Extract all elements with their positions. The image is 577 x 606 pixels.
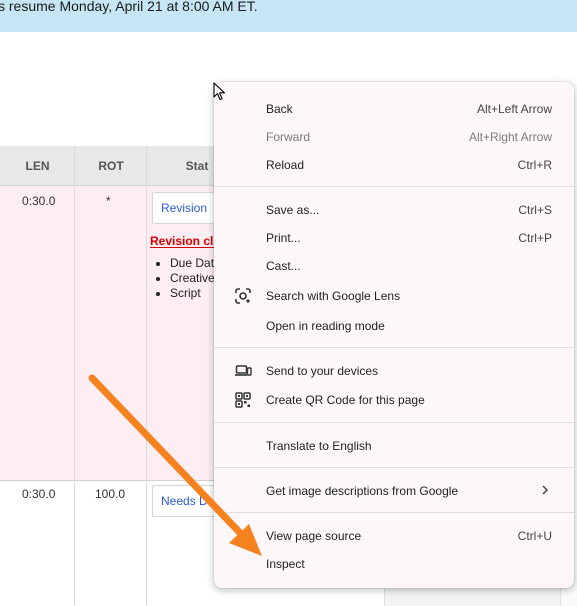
menu-item-label: Print... (266, 231, 301, 245)
column-divider (146, 146, 147, 606)
cell-rot: 100.0 (95, 487, 126, 501)
menu-separator (214, 186, 574, 187)
google-lens-icon (234, 287, 252, 305)
menu-item-shortcut: Ctrl+R (517, 158, 552, 172)
cell-rot: * (106, 194, 111, 208)
menu-item-label: Back (266, 102, 293, 116)
menu-item-label: Forward (266, 130, 311, 144)
menu-item-shortcut: Ctrl+S (518, 203, 552, 217)
devices-icon (234, 362, 252, 380)
menu-item-reload[interactable]: Reload Ctrl+R (214, 151, 574, 179)
context-menu: Back Alt+Left Arrow Forward Alt+Right Ar… (214, 82, 574, 588)
menu-item-view-source[interactable]: View page source Ctrl+U (214, 522, 574, 550)
menu-item-label: Save as... (266, 203, 320, 217)
revision-list: Due Date Creative Script (154, 256, 221, 301)
menu-item-print[interactable]: Print... Ctrl+P (214, 224, 574, 252)
menu-item-image-descriptions[interactable]: Get image descriptions from Google (214, 477, 574, 505)
menu-separator (214, 467, 574, 468)
menu-item-back[interactable]: Back Alt+Left Arrow (214, 95, 574, 123)
menu-item-qr-code[interactable]: Create QR Code for this page (214, 386, 574, 414)
banner-text: s resume Monday, April 21 at 8:00 AM ET. (0, 0, 258, 14)
menu-separator (214, 512, 574, 513)
menu-item-label: View page source (266, 529, 362, 543)
cell-len: 0:30.0 (22, 194, 56, 208)
header-rot[interactable]: ROT (75, 146, 147, 185)
menu-item-label: Create QR Code for this page (266, 393, 425, 407)
menu-separator (214, 347, 574, 348)
header-len[interactable]: LEN (0, 146, 75, 185)
menu-item-label: Reload (266, 158, 305, 172)
menu-item-inspect[interactable]: Inspect (214, 550, 574, 578)
mouse-cursor-icon (213, 82, 227, 107)
cell-len: 0:30.0 (22, 487, 56, 501)
menu-item-label: Send to your devices (266, 364, 379, 378)
table-header: LEN ROT Stat (0, 146, 230, 186)
revision-note: Revision cl (150, 234, 214, 248)
table-row: 0:30.0 100.0 Needs D (0, 481, 232, 606)
menu-item-label: Get image descriptions from Google (266, 484, 459, 498)
menu-item-shortcut: Ctrl+U (517, 529, 552, 543)
menu-item-send-to-devices[interactable]: Send to your devices (214, 357, 574, 385)
menu-item-label: Inspect (266, 557, 305, 571)
table-row: 0:30.0 * Revision Revision cl Due Date C… (0, 186, 232, 481)
menu-item-label: Open in reading mode (266, 319, 385, 333)
menu-item-reading-mode[interactable]: Open in reading mode (214, 312, 574, 340)
qr-code-icon (234, 391, 252, 409)
menu-item-google-lens[interactable]: Search with Google Lens (214, 282, 574, 310)
menu-item-shortcut: Ctrl+P (518, 231, 552, 245)
menu-item-label: Translate to English (266, 439, 372, 453)
menu-item-label: Search with Google Lens (266, 289, 401, 303)
menu-item-forward[interactable]: Forward Alt+Right Arrow (214, 123, 574, 151)
column-divider (74, 146, 75, 606)
announcement-banner: s resume Monday, April 21 at 8:00 AM ET. (0, 0, 577, 32)
menu-item-shortcut: Alt+Left Arrow (476, 102, 552, 116)
menu-item-cast[interactable]: Cast... (214, 252, 574, 280)
menu-item-translate[interactable]: Translate to English (214, 432, 574, 460)
menu-separator (214, 422, 574, 423)
chevron-right-icon (540, 484, 550, 498)
menu-item-label: Cast... (266, 259, 301, 273)
menu-item-shortcut: Alt+Right Arrow (468, 130, 552, 144)
menu-item-save-as[interactable]: Save as... Ctrl+S (214, 196, 574, 224)
